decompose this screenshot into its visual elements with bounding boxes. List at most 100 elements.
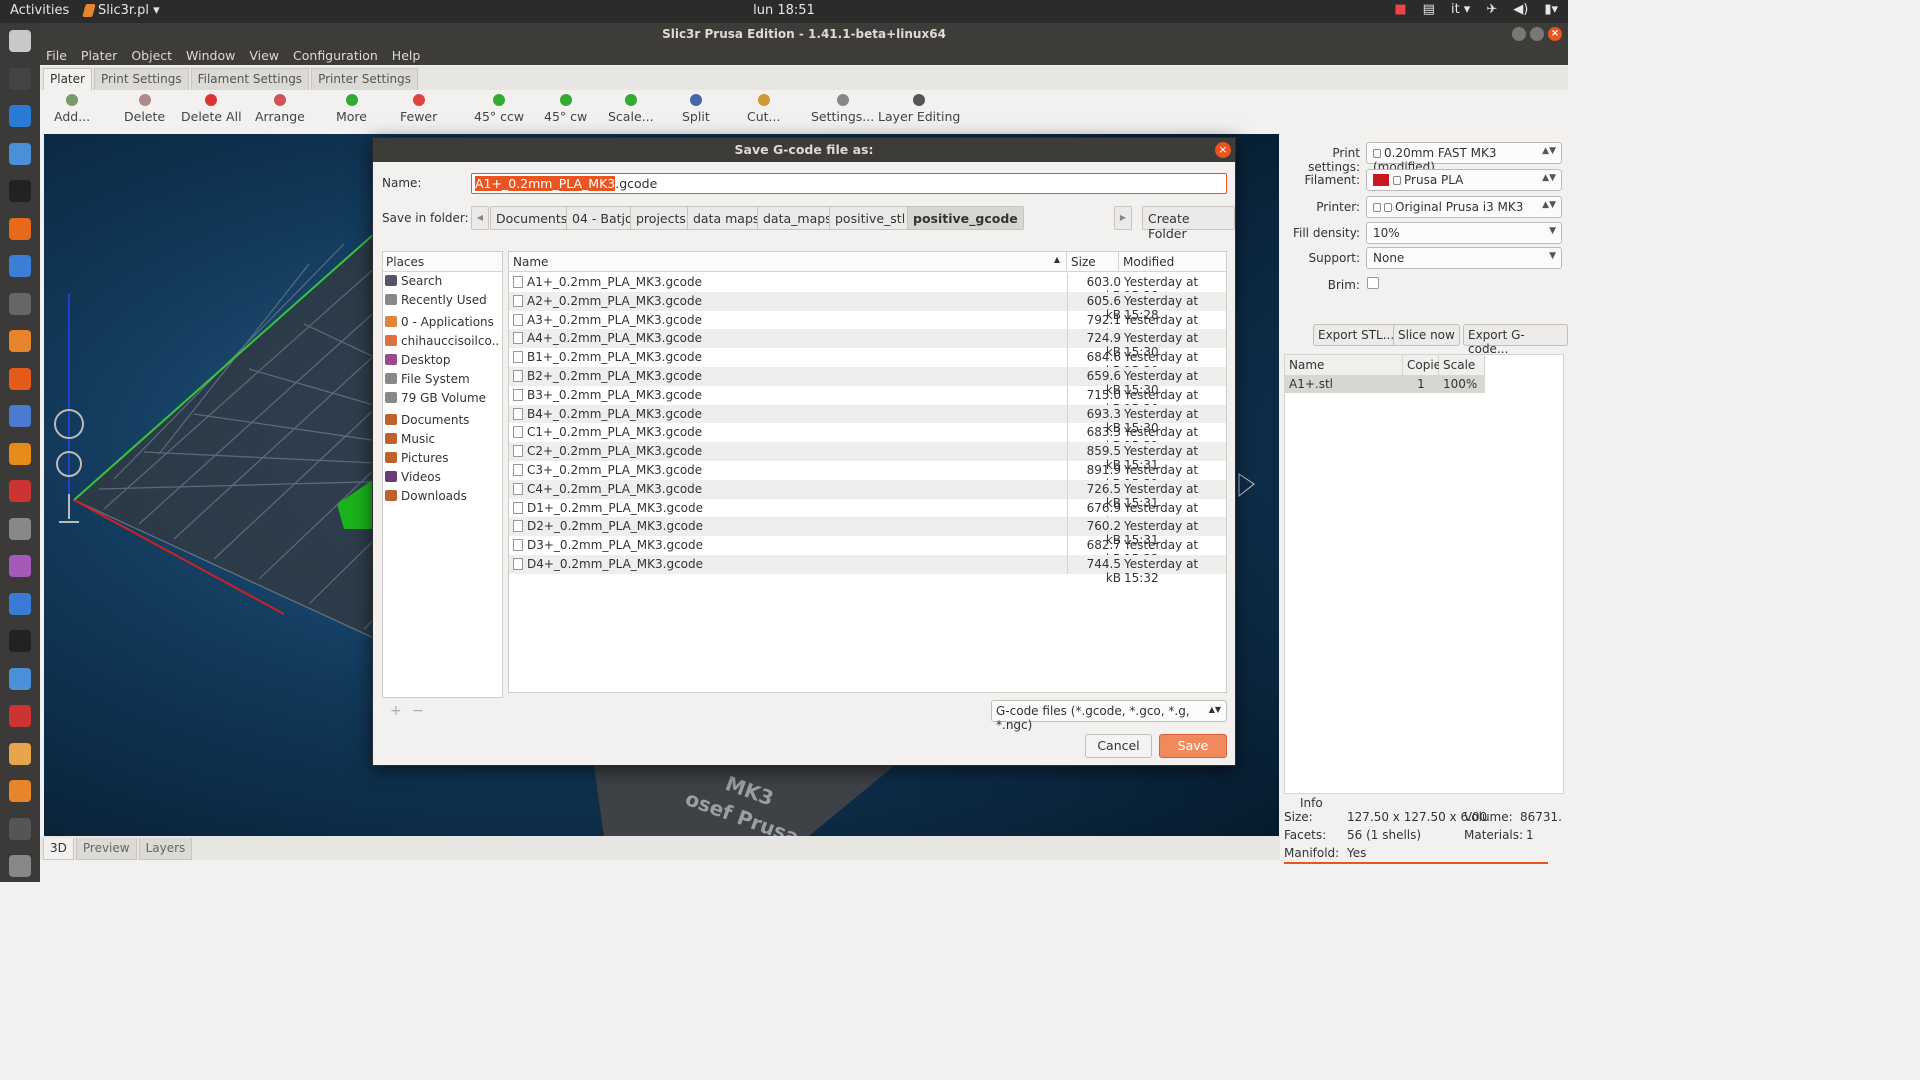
remove-bookmark-icon[interactable]: −: [412, 703, 424, 719]
menu-object[interactable]: Object: [131, 48, 172, 63]
clock[interactable]: lun 18:51: [0, 3, 1568, 18]
menu-file[interactable]: File: [46, 48, 67, 63]
system-icon[interactable]: [9, 705, 31, 727]
tab-plater[interactable]: Plater: [43, 68, 92, 90]
file-row[interactable]: A2+_0.2mm_PLA_MK3.gcode 605.6 kB Yesterday…: [509, 291, 1226, 322]
place-music[interactable]: Music: [385, 432, 500, 450]
object-list-header-name[interactable]: Name: [1285, 355, 1403, 375]
battery-icon[interactable]: ▮▾: [1544, 2, 1558, 17]
place-file-system[interactable]: File System: [385, 372, 500, 390]
window-close-icon[interactable]: ×: [1548, 27, 1562, 41]
firefox-icon[interactable]: [9, 217, 31, 240]
file-row[interactable]: C1+_0.2mm_PLA_MK3.gcode683.3 kBYesterday…: [509, 423, 1226, 453]
place-videos[interactable]: Videos: [385, 470, 500, 488]
filament-combo[interactable]: Prusa PLA ▲▼: [1366, 169, 1562, 191]
cancel-button[interactable]: Cancel: [1085, 734, 1152, 758]
file-row[interactable]: C4+_0.2mm_PLA_MK3.gcode 726.5 kB Yesterday…: [509, 479, 1226, 510]
object-scale[interactable]: 100%: [1439, 375, 1485, 393]
chromium-icon[interactable]: [9, 142, 31, 165]
file-row[interactable]: A4+_0.2mm_PLA_MK3.gcode 724.9 kB Yesterday…: [509, 329, 1226, 359]
split-button[interactable]: Split: [682, 94, 710, 124]
menu-window[interactable]: Window: [186, 48, 235, 63]
arrange-button[interactable]: Arrange: [255, 94, 305, 124]
apps-grid-icon[interactable]: [9, 855, 31, 877]
filename-input[interactable]: A1+_0.2mm_PLA_MK3.gcode: [471, 173, 1227, 194]
slic3r-icon[interactable]: [9, 330, 31, 352]
column-header-modified[interactable]: Modified: [1119, 252, 1226, 272]
settings-icon[interactable]: [9, 480, 31, 502]
menu-view[interactable]: View: [249, 48, 279, 63]
add-bookmark-icon[interactable]: +: [390, 703, 402, 719]
object-list-header-scale[interactable]: Scale: [1439, 355, 1485, 375]
writer-icon[interactable]: [9, 105, 31, 127]
media-icon[interactable]: [9, 555, 31, 577]
vlc-icon[interactable]: [9, 780, 31, 802]
camera-icon[interactable]: [9, 517, 31, 540]
slice-now-button[interactable]: Slice now: [1393, 324, 1460, 346]
file-list[interactable]: Name ▲ Size Modified A1+_0.2mm_PLA_MK3.gc…: [508, 251, 1227, 693]
place-chihauccisoilco[interactable]: chihauccisoilco...: [385, 334, 500, 352]
view-tab-layers[interactable]: Layers: [138, 838, 193, 860]
45-cw-button[interactable]: 45° cw: [544, 94, 587, 124]
blender-icon[interactable]: [9, 367, 31, 390]
view-tab-3d[interactable]: 3D: [43, 838, 74, 860]
column-header-name[interactable]: Name ▲: [509, 252, 1067, 272]
object-list-header-copies[interactable]: Copie: [1403, 355, 1441, 375]
create-folder-button[interactable]: Create Folder: [1142, 206, 1235, 241]
crumb-positive-stl[interactable]: positive_stl: [829, 206, 912, 230]
column-header-size[interactable]: Size: [1067, 252, 1119, 272]
app-menu[interactable]: Slic3r.pl ▾: [82, 3, 160, 18]
brim-checkbox[interactable]: [1367, 277, 1379, 289]
file-row[interactable]: C3+_0.2mm_PLA_MK3.gcode891.9 kBYesterday…: [509, 461, 1226, 491]
gimp-icon[interactable]: [9, 292, 31, 315]
settings-button[interactable]: Settings...: [811, 94, 874, 124]
delete-all-button[interactable]: Delete All: [181, 94, 242, 124]
object-list[interactable]: Name Copie Scale A1+.stl 1 100%: [1284, 354, 1564, 794]
more-button[interactable]: More: [336, 94, 367, 124]
45-ccw-button[interactable]: 45° ccw: [474, 94, 524, 124]
tab-filament-settings[interactable]: Filament Settings: [190, 68, 310, 90]
view-tab-preview[interactable]: Preview: [75, 838, 137, 860]
volume-icon[interactable]: ◀): [1513, 2, 1528, 17]
printer-combo[interactable]: Original Prusa i3 MK3 ▲▼: [1366, 196, 1562, 218]
files-icon[interactable]: [9, 30, 31, 52]
add-button[interactable]: Add...: [54, 94, 90, 124]
place-79-gb-volume[interactable]: 79 GB Volume: [385, 391, 500, 409]
tab-printer-settings[interactable]: Printer Settings: [311, 68, 419, 90]
menu-configuration[interactable]: Configuration: [293, 48, 378, 63]
crumb-left-arrow-icon[interactable]: ◀: [471, 206, 489, 230]
place-pictures[interactable]: Pictures: [385, 451, 500, 469]
maximize-icon[interactable]: [1530, 27, 1544, 41]
impress-icon[interactable]: [9, 405, 31, 427]
clipboard-icon[interactable]: ▤: [1423, 2, 1435, 17]
place-recently-used[interactable]: Recently Used: [385, 293, 500, 311]
object-name[interactable]: A1+.stl: [1285, 375, 1403, 393]
video-icon[interactable]: [9, 817, 31, 840]
place-documents[interactable]: Documents: [385, 413, 500, 431]
export-stl-button[interactable]: Export STL...: [1313, 324, 1400, 346]
camera-icon[interactable]: ■: [1394, 2, 1406, 17]
place-desktop[interactable]: Desktop: [385, 353, 500, 371]
scale-button[interactable]: Scale...: [608, 94, 654, 124]
arduino-icon[interactable]: [9, 592, 31, 615]
crumb-documents[interactable]: Documents: [490, 206, 574, 230]
save-button[interactable]: Save: [1159, 734, 1227, 758]
file-row[interactable]: A1+_0.2mm_PLA_MK3.gcode603.0 kBYesterday…: [509, 273, 1226, 303]
crumb-04-batjo[interactable]: 04 - Batjo: [566, 206, 639, 230]
delete-button[interactable]: Delete: [124, 94, 165, 124]
menu-plater[interactable]: Plater: [81, 48, 117, 63]
print-settings-combo[interactable]: 0.20mm FAST MK3 (modified) ▲▼: [1366, 142, 1562, 174]
dialog-close-icon[interactable]: ×: [1215, 142, 1231, 158]
file-row[interactable]: B1+_0.2mm_PLA_MK3.gcode684.6 kBYesterday…: [509, 348, 1226, 378]
terminal-icon[interactable]: [9, 180, 31, 202]
support-combo[interactable]: None ▼: [1366, 247, 1562, 269]
cube-icon[interactable]: [9, 667, 31, 690]
file-row[interactable]: A3+_0.2mm_PLA_MK3.gcode792.1 kBYesterday…: [509, 310, 1226, 341]
place-0-applications[interactable]: 0 - Applications: [385, 315, 500, 333]
file-row[interactable]: B2+_0.2mm_PLA_MK3.gcode 659.6 kB Yesterday…: [509, 367, 1226, 397]
minimize-icon[interactable]: [1512, 27, 1526, 41]
activities-button[interactable]: Activities: [10, 3, 69, 18]
fill-density-combo[interactable]: 10% ▼: [1366, 222, 1562, 244]
software-center-icon[interactable]: [9, 442, 31, 465]
file-row[interactable]: B4+_0.2mm_PLA_MK3.gcode 693.3 kB Yesterday…: [509, 404, 1226, 435]
